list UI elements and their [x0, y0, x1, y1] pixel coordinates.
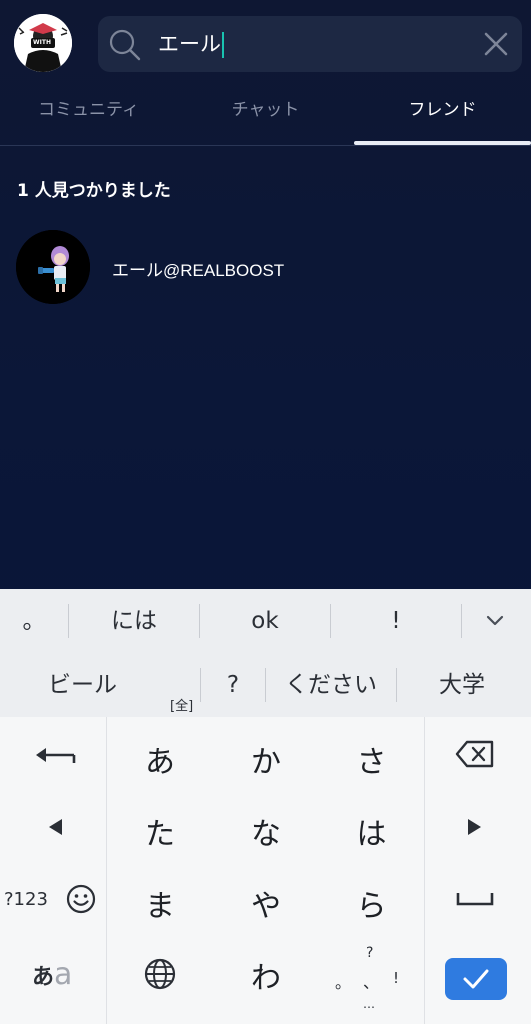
key-grid: ?123 あa あ か さ た な は ま や ら わ ? 。 、 ! …: [0, 717, 531, 1024]
backspace-icon[interactable]: [455, 739, 495, 769]
search-input[interactable]: エール: [158, 28, 458, 60]
suggestion-item[interactable]: ビール: [0, 653, 165, 717]
mode-label-kana: あ: [32, 965, 55, 990]
friend-name: エール@REALBOOST: [112, 261, 285, 280]
punct-comma: 、: [363, 973, 380, 992]
mode-label-latin: a: [54, 957, 73, 992]
space-icon[interactable]: [455, 889, 495, 909]
numeric-mode-key[interactable]: ?123: [4, 889, 48, 910]
friend-avatar: [16, 230, 90, 304]
check-icon: [463, 969, 489, 989]
key-sa[interactable]: さ: [319, 737, 424, 781]
chevron-down-icon[interactable]: [484, 613, 506, 629]
suggestion-item[interactable]: 。: [0, 589, 68, 653]
result-count: 1 人見つかりました: [17, 181, 171, 201]
avatar-label: WITH: [33, 39, 51, 46]
text-cursor: [222, 32, 224, 58]
suggestion-row-1: 。 には ok !: [0, 589, 531, 653]
user-avatar[interactable]: WITH: [14, 14, 72, 72]
suggestion-tag: [全]: [170, 699, 194, 714]
key-ta[interactable]: た: [107, 809, 213, 853]
suggestion-row-2: ビール [全] ? ください 大学: [0, 653, 531, 717]
tab-friends[interactable]: フレンド: [354, 88, 531, 146]
software-keyboard: 。 には ok ! ビール [全] ? ください 大学 ?123 あa あ か …: [0, 589, 531, 1024]
cursor-left-icon[interactable]: [46, 817, 64, 837]
punct-exclaim: !: [393, 969, 400, 987]
tab-chat[interactable]: チャット: [177, 88, 354, 146]
key-a[interactable]: あ: [107, 737, 213, 781]
suggestion-item[interactable]: 大学: [397, 653, 527, 717]
cursor-right-icon[interactable]: [466, 817, 484, 837]
suggestion-item[interactable]: には: [69, 589, 199, 653]
divider: [461, 604, 462, 638]
key-na[interactable]: な: [213, 809, 319, 853]
enter-button[interactable]: [445, 958, 507, 1000]
input-mode-key[interactable]: あa: [32, 957, 72, 992]
tab-bar: コミュニティ チャット フレンド: [0, 88, 531, 146]
punct-question: ?: [366, 945, 374, 961]
punct-period: 。: [335, 973, 352, 992]
search-bar[interactable]: エール: [98, 16, 522, 72]
close-icon[interactable]: [482, 30, 510, 58]
friend-avatar-illustration: [16, 230, 90, 304]
key-ma[interactable]: ま: [107, 881, 213, 925]
suggestion-item[interactable]: ください: [266, 653, 396, 717]
punctuation-key[interactable]: ? 。 、 ! …: [319, 943, 424, 1021]
friend-list-item[interactable]: エール@REALBOOST: [0, 226, 531, 310]
key-wa[interactable]: わ: [213, 953, 319, 997]
suggestion-item[interactable]: ?: [201, 653, 265, 717]
suggestion-item[interactable]: ok: [200, 589, 330, 653]
globe-icon[interactable]: [143, 957, 177, 991]
undo-arrow-icon[interactable]: [34, 741, 78, 769]
punct-ellipsis: …: [363, 997, 375, 1011]
emoji-icon[interactable]: [65, 883, 97, 915]
top-bar: WITH エール: [0, 0, 531, 88]
tab-community[interactable]: コミュニティ: [0, 88, 177, 146]
search-icon: [109, 29, 141, 61]
active-tab-indicator: [354, 141, 531, 145]
suggestion-item[interactable]: !: [331, 589, 461, 653]
key-ka[interactable]: か: [213, 737, 319, 781]
key-ha[interactable]: は: [319, 809, 424, 853]
key-ya[interactable]: や: [213, 881, 319, 925]
search-input-value: エール: [158, 32, 221, 56]
divider: [424, 717, 425, 1024]
key-ra[interactable]: ら: [319, 881, 424, 925]
